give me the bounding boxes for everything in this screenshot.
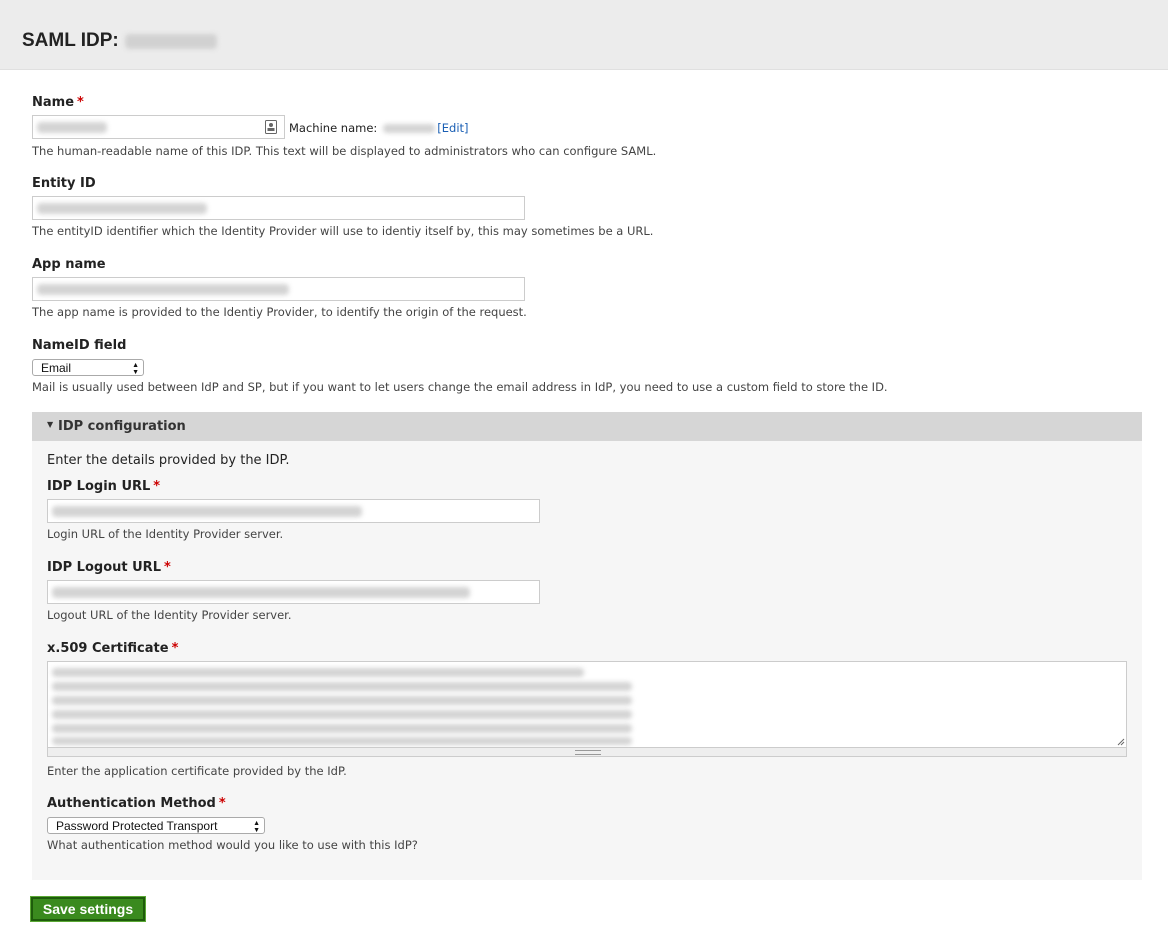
nameid-label: NameID field — [32, 338, 127, 353]
required-marker: * — [163, 560, 171, 575]
machine-name: Machine name: [Edit] — [289, 121, 469, 135]
redacted-name-value — [37, 122, 107, 133]
save-settings-button[interactable]: Save settings — [30, 896, 146, 922]
app-name-input[interactable] — [32, 277, 525, 301]
certificate-description: Enter the application certificate provid… — [47, 764, 347, 778]
idp-logout-url-input[interactable] — [47, 580, 540, 604]
nameid-description: Mail is usually used between IdP and SP,… — [32, 380, 888, 394]
idp-configuration-fieldset: ▼ IDP configuration Enter the details pr… — [32, 412, 1142, 880]
required-marker: * — [153, 479, 161, 494]
redacted-cert-line — [52, 696, 632, 705]
redacted-cert-line — [52, 710, 632, 719]
auth-method-label-text: Authentication Method — [47, 796, 216, 811]
redacted-app-name — [37, 284, 289, 295]
nameid-selected-value: Email — [41, 360, 72, 375]
idp-configuration-title[interactable]: IDP configuration — [58, 419, 186, 434]
certificate-textarea[interactable] — [47, 661, 1127, 748]
app-name-label: App name — [32, 257, 106, 272]
idp-login-url-description: Login URL of the Identity Provider serve… — [47, 527, 284, 541]
redacted-entity-id — [37, 203, 207, 214]
page-title-text: SAML IDP: — [22, 30, 119, 51]
auth-method-selected-value: Password Protected Transport — [56, 818, 218, 833]
idp-login-url-label-text: IDP Login URL — [47, 479, 151, 494]
name-input[interactable] — [32, 115, 285, 139]
textarea-grippie[interactable] — [47, 748, 1127, 757]
select-arrows-icon: ▲ ▼ — [132, 362, 139, 376]
redacted-logout-url — [52, 587, 470, 598]
entity-id-label: Entity ID — [32, 176, 96, 191]
name-label-text: Name — [32, 95, 75, 110]
idp-intro-text: Enter the details provided by the IDP. — [47, 453, 290, 468]
redacted-login-url — [52, 506, 362, 517]
redacted-machine-name — [383, 123, 436, 133]
auth-method-label: Authentication Method * — [47, 796, 226, 811]
required-marker: * — [77, 95, 84, 110]
redacted-idp-name — [124, 33, 217, 49]
redacted-cert-line — [52, 737, 632, 745]
select-arrows-icon: ▲ ▼ — [253, 820, 260, 834]
auth-method-description: What authentication method would you lik… — [47, 838, 418, 852]
certificate-label-text: x.509 Certificate — [47, 641, 169, 656]
resize-grip-icon[interactable] — [1117, 738, 1125, 746]
entity-id-description: The entityID identifier which the Identi… — [32, 224, 654, 238]
redacted-cert-line — [52, 682, 632, 691]
idp-configuration-legend[interactable]: ▼ IDP configuration — [32, 412, 1142, 441]
idp-logout-url-description: Logout URL of the Identity Provider serv… — [47, 608, 292, 622]
idp-login-url-label: IDP Login URL * — [47, 479, 160, 494]
entity-id-input[interactable] — [32, 196, 525, 220]
idp-logout-url-label-text: IDP Logout URL — [47, 560, 161, 575]
machine-name-label: Machine name: — [289, 121, 378, 135]
idp-login-url-input[interactable] — [47, 499, 540, 523]
auth-method-select[interactable]: Password Protected Transport ▲ ▼ — [47, 817, 265, 834]
required-marker: * — [171, 641, 179, 656]
triangle-down-icon[interactable]: ▼ — [47, 420, 53, 429]
contact-card-icon[interactable] — [265, 120, 277, 134]
name-label: Name * — [32, 95, 84, 110]
page-title: SAML IDP: — [22, 30, 217, 52]
redacted-cert-line — [52, 724, 632, 733]
name-description: The human-readable name of this IDP. Thi… — [32, 144, 657, 158]
page-header: SAML IDP: — [0, 0, 1168, 70]
grippie-handle-icon[interactable] — [575, 750, 601, 755]
machine-name-edit-link[interactable]: [Edit] — [437, 121, 468, 135]
nameid-select[interactable]: Email ▲ ▼ — [32, 359, 144, 376]
required-marker: * — [218, 796, 226, 811]
redacted-cert-line — [52, 668, 584, 677]
certificate-label: x.509 Certificate * — [47, 641, 178, 656]
idp-logout-url-label: IDP Logout URL * — [47, 560, 171, 575]
app-name-description: The app name is provided to the Identiy … — [32, 305, 527, 319]
